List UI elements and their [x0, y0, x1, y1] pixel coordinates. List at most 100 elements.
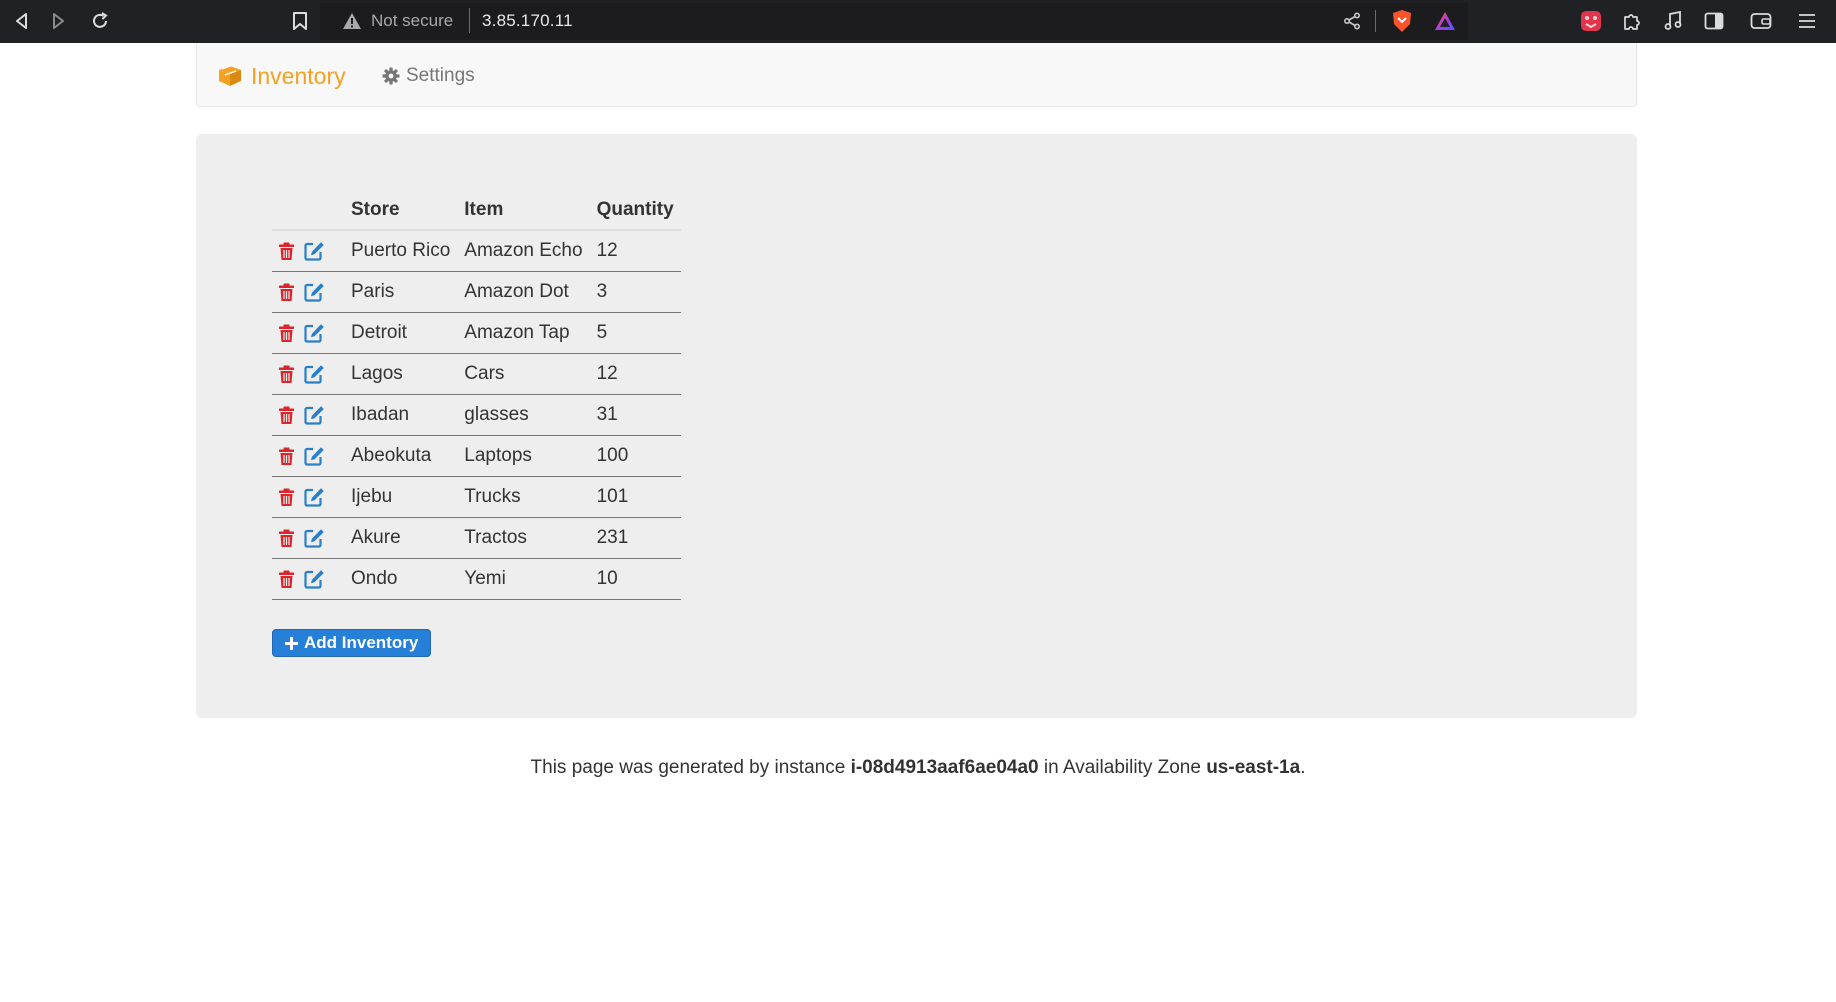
store-cell: Ijebu [344, 476, 458, 518]
add-inventory-button[interactable]: Add Inventory [272, 629, 432, 657]
store-cell: Detroit [344, 312, 458, 354]
row-actions [272, 312, 344, 354]
trash-icon[interactable] [278, 529, 295, 548]
quantity-cell: 3 [589, 271, 681, 313]
store-cell: Ibadan [344, 394, 458, 436]
trash-icon[interactable] [278, 283, 295, 302]
forward-icon[interactable] [44, 7, 72, 35]
availability-zone: us-east-1a [1206, 757, 1301, 778]
wallet-icon[interactable] [1746, 6, 1776, 36]
edit-icon[interactable] [304, 569, 325, 589]
store-cell: Lagos [344, 353, 458, 395]
brand-label: Inventory [251, 62, 346, 89]
toolbar-divider [1375, 10, 1376, 32]
bookmark-icon[interactable] [287, 8, 313, 34]
row-actions [272, 394, 344, 436]
app-navbar: Inventory Settings [196, 43, 1637, 107]
store-cell: Akure [344, 517, 458, 559]
table-row: Lagos Cars 12 [272, 353, 681, 395]
add-inventory-label: Add Inventory [304, 633, 419, 652]
quantity-cell: 12 [589, 230, 681, 272]
row-actions [272, 517, 344, 559]
inventory-table-body: Puerto Rico Amazon Echo 12 Paris Amazon Dot 3… [272, 230, 681, 600]
item-cell: Laptops [457, 435, 590, 477]
actions-column-header [272, 190, 344, 231]
puzzle-icon[interactable] [1617, 6, 1647, 36]
table-row: Detroit Amazon Tap 5 [272, 312, 681, 354]
quantity-column-header: Quantity [589, 190, 681, 231]
quantity-cell: 100 [589, 435, 681, 477]
row-actions [272, 230, 344, 272]
brave-rewards-icon[interactable] [1430, 6, 1460, 36]
inventory-panel: Store Item Quantity Puerto Rico Amazon Ec… [196, 134, 1637, 718]
footer-middle: in Availability Zone [1038, 757, 1207, 778]
table-header-row: Store Item Quantity [272, 190, 681, 231]
store-cell: Abeokuta [344, 435, 458, 477]
brave-shields-icon[interactable] [1387, 6, 1417, 36]
table-row: Ondo Yemi 10 [272, 558, 681, 600]
share-icon[interactable] [1339, 8, 1365, 34]
row-actions [272, 476, 344, 518]
quantity-cell: 101 [589, 476, 681, 518]
edit-icon[interactable] [304, 364, 325, 384]
item-column-header: Item [457, 190, 590, 231]
trash-icon[interactable] [278, 570, 295, 589]
table-row: Abeokuta Laptops 100 [272, 435, 681, 477]
quantity-cell: 5 [589, 312, 681, 354]
quantity-cell: 231 [589, 517, 681, 559]
url-text[interactable]: 3.85.170.11 [482, 8, 573, 34]
edit-icon[interactable] [304, 528, 325, 548]
item-cell: Amazon Dot [457, 271, 590, 313]
url-divider [469, 8, 470, 33]
trash-icon[interactable] [278, 242, 295, 261]
row-actions [272, 271, 344, 313]
brand-inventory-link[interactable]: Inventory [216, 61, 346, 91]
store-cell: Puerto Rico [344, 230, 458, 272]
trash-icon[interactable] [278, 324, 295, 343]
cubes-icon [216, 64, 244, 88]
plus-icon [284, 636, 299, 651]
store-cell: Paris [344, 271, 458, 313]
inventory-table: Store Item Quantity Puerto Rico Amazon Ec… [272, 190, 681, 600]
music-note-icon[interactable] [1658, 6, 1688, 36]
trash-icon[interactable] [278, 447, 295, 466]
footer-suffix: . [1300, 757, 1306, 778]
store-column-header: Store [344, 190, 458, 231]
nav-settings-link[interactable]: Settings [382, 63, 475, 89]
trash-icon[interactable] [278, 406, 295, 425]
security-status[interactable]: Not secure [371, 8, 453, 34]
extension-icon[interactable] [1576, 6, 1606, 36]
item-cell: Amazon Echo [457, 230, 590, 272]
edit-icon[interactable] [304, 446, 325, 466]
table-row: Akure Tractos 231 [272, 517, 681, 559]
edit-icon[interactable] [304, 282, 325, 302]
edit-icon[interactable] [304, 323, 325, 343]
browser-toolbar: Not secure 3.85.170.11 [0, 0, 1836, 43]
warning-icon[interactable] [339, 8, 365, 34]
trash-icon[interactable] [278, 488, 295, 507]
table-row: Ibadan glasses 31 [272, 394, 681, 436]
footer-prefix: This page was generated by instance [530, 757, 851, 778]
edit-icon[interactable] [304, 487, 325, 507]
table-row: Paris Amazon Dot 3 [272, 271, 681, 313]
edit-icon[interactable] [304, 405, 325, 425]
sidebar-icon[interactable] [1699, 6, 1729, 36]
item-cell: Amazon Tap [457, 312, 590, 354]
item-cell: Cars [457, 353, 590, 395]
trash-icon[interactable] [278, 365, 295, 384]
table-row: Ijebu Trucks 101 [272, 476, 681, 518]
row-actions [272, 435, 344, 477]
menu-icon[interactable] [1792, 6, 1822, 36]
item-cell: Tractos [457, 517, 590, 559]
edit-icon[interactable] [304, 241, 325, 261]
item-cell: Yemi [457, 558, 590, 600]
back-icon[interactable] [8, 7, 36, 35]
gear-icon [382, 67, 400, 85]
table-row: Puerto Rico Amazon Echo 12 [272, 230, 681, 272]
store-cell: Ondo [344, 558, 458, 600]
quantity-cell: 12 [589, 353, 681, 395]
settings-label: Settings [406, 65, 475, 86]
quantity-cell: 10 [589, 558, 681, 600]
quantity-cell: 31 [589, 394, 681, 436]
reload-icon[interactable] [86, 7, 114, 35]
